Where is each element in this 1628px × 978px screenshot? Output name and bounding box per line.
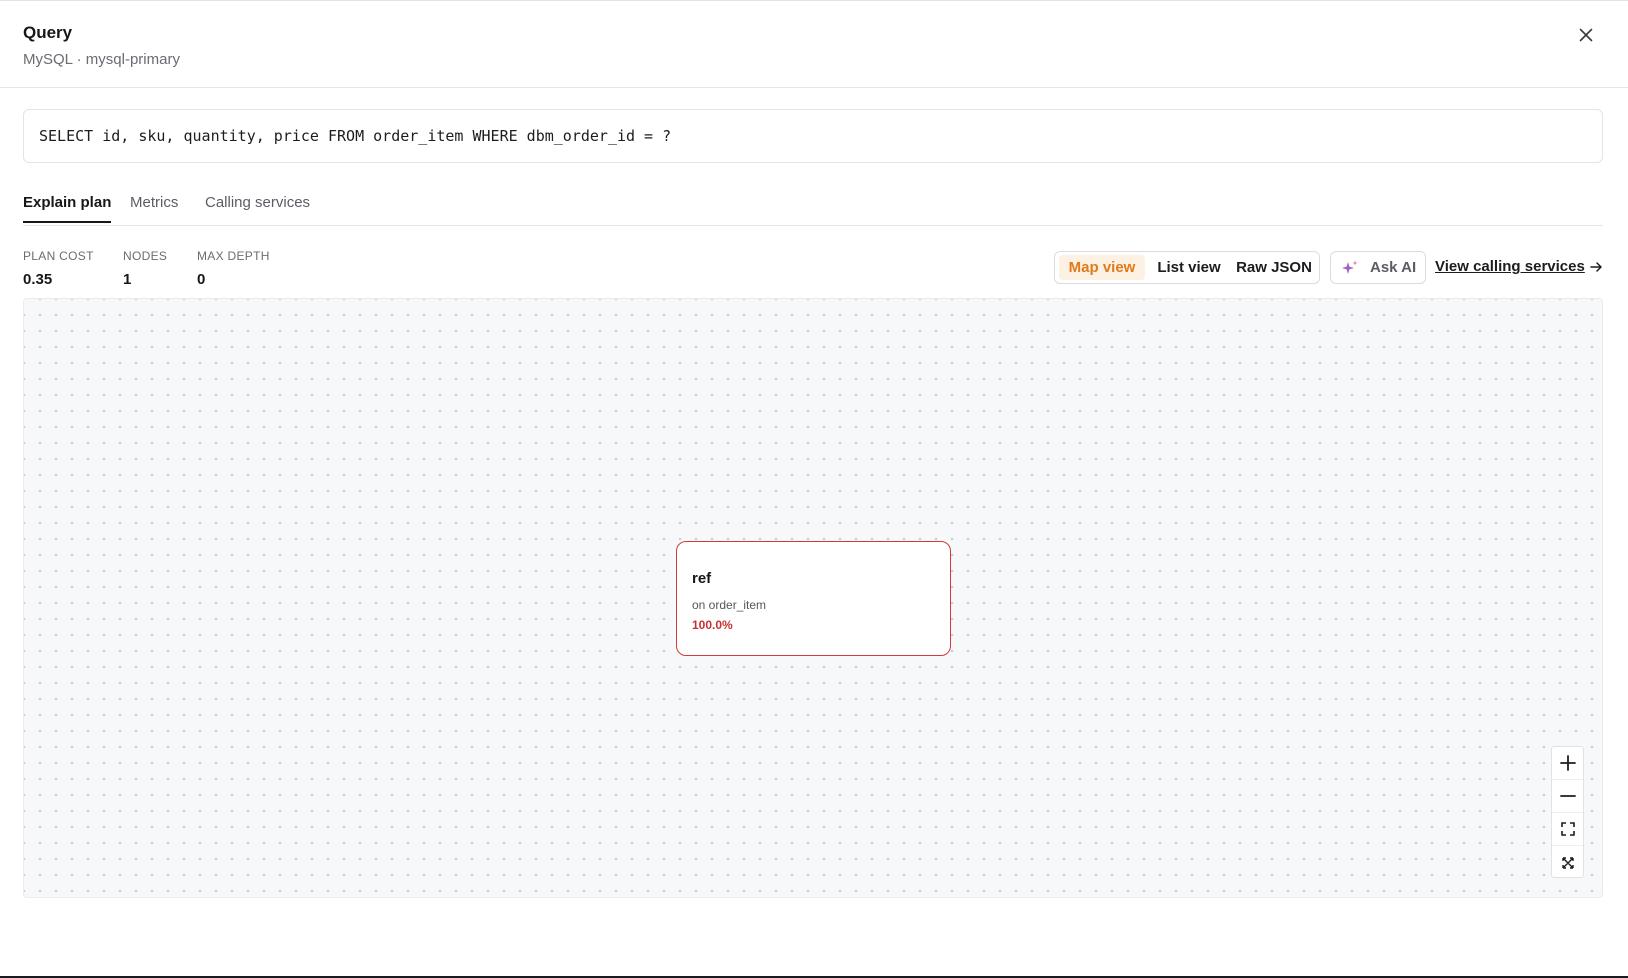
stat-plan-cost: PLAN COST 0.35 <box>23 249 94 288</box>
stat-label: PLAN COST <box>23 249 94 263</box>
stat-value: 0 <box>197 271 206 288</box>
stat-label: NODES <box>123 249 168 263</box>
stat-nodes: NODES 1 <box>123 249 167 288</box>
plan-node-percent: 100.0% <box>692 618 733 632</box>
modal-subtitle: MySQL · mysql-primary <box>23 51 180 68</box>
zoom-out-icon <box>1559 795 1576 797</box>
stat-max-depth: MAX DEPTH 0 <box>197 249 270 288</box>
zoom-in-icon <box>1559 755 1576 771</box>
fit-view-button[interactable] <box>1552 813 1583 846</box>
view-toggle: Map view List view Raw JSON <box>1054 251 1320 284</box>
fullscreen-button[interactable] <box>1552 846 1583 879</box>
tab-calling-services[interactable]: Calling services <box>205 194 310 221</box>
close-button[interactable] <box>1574 23 1598 47</box>
sparkle-icon <box>1340 259 1360 281</box>
zoom-in-button[interactable] <box>1552 747 1583 780</box>
sql-query-text: SELECT id, sku, quantity, price FROM ord… <box>23 109 1603 163</box>
close-icon <box>1579 28 1593 42</box>
stat-value: 0.35 <box>23 271 53 288</box>
tab-metrics[interactable]: Metrics <box>130 194 178 221</box>
ask-ai-button[interactable]: Ask AI <box>1330 251 1426 284</box>
raw-json-button[interactable]: Raw JSON <box>1232 255 1316 280</box>
tab-bar: Explain plan Metrics Calling services <box>23 188 1603 226</box>
ask-ai-label: Ask AI <box>1370 259 1417 276</box>
tab-explain-plan[interactable]: Explain plan <box>23 194 112 223</box>
plan-node-subtitle: on order_item <box>692 598 767 612</box>
plan-node-title: ref <box>692 570 712 587</box>
fullscreen-icon <box>1561 856 1574 869</box>
modal-header: Query MySQL · mysql-primary <box>0 1 1628 88</box>
modal-title: Query <box>23 23 73 42</box>
plan-map-canvas[interactable]: ref on order_item 100.0% <box>23 298 1603 898</box>
list-view-button[interactable]: List view <box>1149 255 1229 280</box>
fit-view-icon <box>1560 822 1575 836</box>
stat-value: 1 <box>123 271 132 288</box>
stat-label: MAX DEPTH <box>197 249 270 263</box>
query-modal: Query MySQL · mysql-primary SELECT id, s… <box>0 0 1628 978</box>
zoom-out-button[interactable] <box>1552 780 1583 813</box>
plan-node[interactable]: ref on order_item 100.0% <box>676 541 951 656</box>
map-view-button[interactable]: Map view <box>1059 255 1145 280</box>
view-calling-services-link[interactable]: View calling services <box>1435 258 1585 275</box>
arrow-right-icon <box>1590 262 1602 272</box>
zoom-controls <box>1551 746 1584 878</box>
